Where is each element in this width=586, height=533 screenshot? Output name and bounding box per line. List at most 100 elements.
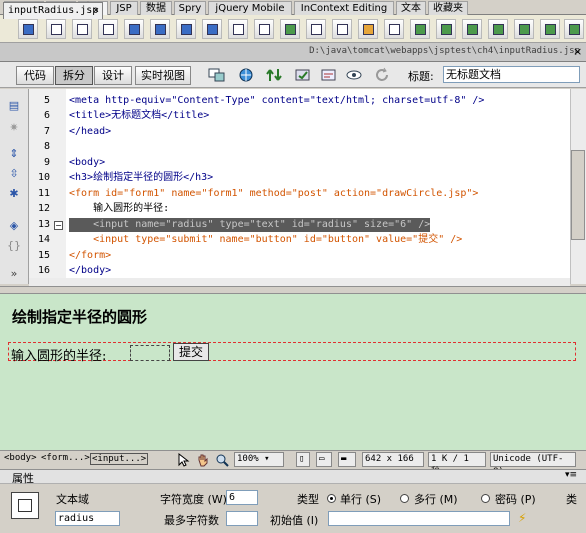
fieldset-icon[interactable] bbox=[384, 19, 404, 39]
document-tab[interactable]: inputRadius.jsp × bbox=[3, 2, 103, 19]
spry-validation-checkbox-icon[interactable] bbox=[462, 19, 482, 39]
radius-input[interactable] bbox=[130, 345, 170, 361]
zoom-select[interactable]: 100% ▾ bbox=[234, 452, 284, 467]
collapse-selection-icon[interactable]: ⇳ bbox=[7, 167, 21, 181]
line-number: 7 bbox=[43, 126, 50, 137]
file-management-icon[interactable] bbox=[266, 67, 284, 83]
tab-favorites[interactable]: 收藏夹 bbox=[428, 1, 468, 15]
label-icon[interactable] bbox=[358, 19, 378, 39]
tag-selector-body[interactable]: <body> bbox=[4, 453, 37, 463]
select-list-icon[interactable] bbox=[228, 19, 248, 39]
hidden-field-icon[interactable] bbox=[72, 19, 92, 39]
file-field-icon[interactable] bbox=[306, 19, 326, 39]
init-value-input[interactable] bbox=[328, 511, 510, 526]
button-icon[interactable] bbox=[332, 19, 352, 39]
insert-icon-bar bbox=[0, 15, 586, 43]
validate-markup-icon[interactable] bbox=[320, 67, 338, 83]
visual-aids-icon[interactable] bbox=[346, 67, 364, 83]
refresh-icon[interactable] bbox=[374, 67, 392, 83]
close-tab-icon[interactable]: × bbox=[93, 3, 99, 19]
desktop-size-icon[interactable]: ▬ bbox=[338, 452, 356, 467]
zoom-tool-icon[interactable] bbox=[215, 453, 229, 467]
multi-line-radio[interactable] bbox=[400, 494, 409, 503]
single-line-radio[interactable] bbox=[327, 494, 336, 503]
char-width-label: 字符宽度 (W) bbox=[160, 493, 227, 506]
window-size[interactable]: 642 x 166 bbox=[362, 452, 424, 467]
coding-toolbar: ▤ ✷ ⇕ ⇳ ✱ ◈ {} » bbox=[0, 89, 29, 284]
panel-menu-icon[interactable]: ▾≡ bbox=[565, 470, 577, 480]
code-line-7: </head> bbox=[69, 126, 112, 137]
max-chars-input[interactable] bbox=[226, 511, 258, 526]
tablet-size-icon[interactable]: ▭ bbox=[316, 452, 332, 467]
document-tab-label: inputRadius.jsp bbox=[8, 5, 99, 16]
tag-selector-input[interactable]: <input...> bbox=[90, 453, 149, 465]
live-view-button[interactable]: 实时视图 bbox=[135, 66, 191, 85]
char-width-input[interactable]: 6 bbox=[226, 490, 258, 505]
design-view-button[interactable]: 设计 bbox=[94, 66, 132, 85]
select-tool-icon[interactable] bbox=[176, 453, 190, 467]
code-line-11: <form id="form1" name="form1" method="po… bbox=[69, 188, 479, 199]
spry-validation-text-icon[interactable] bbox=[410, 19, 430, 39]
lightning-icon[interactable]: ⚡ bbox=[518, 511, 526, 525]
max-chars-label: 最多字符数 bbox=[164, 514, 219, 527]
collapse-full-tag-icon[interactable]: ⇕ bbox=[7, 147, 21, 161]
open-documents-icon[interactable]: ▤ bbox=[7, 99, 21, 113]
browser-check-icon[interactable] bbox=[294, 67, 312, 83]
code-scroll-thumb[interactable] bbox=[571, 150, 585, 240]
tag-selector-form[interactable]: <form...> bbox=[41, 453, 90, 463]
line-number: 14 bbox=[37, 234, 50, 245]
tab-incontext-editing[interactable]: InContext Editing bbox=[294, 1, 394, 15]
tab-jsp[interactable]: JSP bbox=[110, 1, 138, 15]
hand-tool-icon[interactable] bbox=[196, 453, 210, 467]
title-input[interactable]: 无标题文档 bbox=[443, 66, 580, 83]
more-tools-icon[interactable]: » bbox=[7, 267, 21, 281]
line-number: 9 bbox=[43, 157, 50, 168]
checkbox-group-icon[interactable] bbox=[150, 19, 170, 39]
mobile-size-icon[interactable]: ▯ bbox=[296, 452, 310, 467]
tab-data[interactable]: 数据 bbox=[140, 1, 172, 15]
radio-icon[interactable] bbox=[176, 19, 196, 39]
tab-text[interactable]: 文本 bbox=[396, 1, 426, 15]
code-line-14: <input type="submit" name="button" id="b… bbox=[69, 234, 463, 245]
collapse-toggle-icon[interactable]: − bbox=[54, 221, 63, 230]
show-code-navigator-icon[interactable]: ✷ bbox=[7, 121, 21, 135]
field-name-input[interactable]: radius bbox=[55, 511, 120, 526]
code-line-6: <title>无标题文档</title> bbox=[69, 110, 210, 121]
spry-validation-textarea-icon[interactable] bbox=[436, 19, 456, 39]
radio-group-icon[interactable] bbox=[202, 19, 222, 39]
code-line-5: <meta http-equiv="Content-Type" content=… bbox=[69, 95, 485, 106]
split-divider[interactable] bbox=[0, 286, 586, 294]
properties-header[interactable] bbox=[0, 469, 586, 484]
code-view-button[interactable]: 代码 bbox=[16, 66, 54, 85]
line-number: 11 bbox=[37, 188, 50, 199]
textarea-icon[interactable] bbox=[98, 19, 118, 39]
spry-validation-confirm-icon[interactable] bbox=[540, 19, 560, 39]
image-field-icon[interactable] bbox=[280, 19, 300, 39]
select-parent-tag-icon[interactable]: ◈ bbox=[7, 219, 21, 233]
text-field-type-icon bbox=[11, 492, 39, 519]
code-line-12: 输入圆形的半径: bbox=[69, 203, 170, 214]
expand-all-icon[interactable]: ✱ bbox=[7, 187, 21, 201]
line-number: 8 bbox=[43, 141, 50, 152]
jump-menu-icon[interactable] bbox=[254, 19, 274, 39]
checkbox-icon[interactable] bbox=[124, 19, 144, 39]
spry-validation-radio-icon[interactable] bbox=[564, 19, 584, 39]
tab-spry[interactable]: Spry bbox=[174, 1, 206, 15]
text-field-icon[interactable] bbox=[46, 19, 66, 39]
tab-jquery-mobile[interactable]: jQuery Mobile bbox=[208, 1, 292, 15]
split-view-button[interactable]: 拆分 bbox=[55, 66, 93, 85]
encoding: Unicode (UTF-8) bbox=[490, 452, 576, 477]
multiscreen-icon[interactable] bbox=[208, 67, 226, 83]
form-icon[interactable] bbox=[18, 19, 38, 39]
spry-validation-select-icon[interactable] bbox=[488, 19, 508, 39]
line-number: 6 bbox=[43, 110, 50, 121]
balance-braces-icon[interactable]: {} bbox=[7, 239, 21, 253]
password-radio[interactable] bbox=[481, 494, 490, 503]
globe-preview-icon[interactable] bbox=[238, 67, 256, 83]
submit-button[interactable]: 提交 bbox=[173, 343, 209, 361]
spry-validation-password-icon[interactable] bbox=[514, 19, 534, 39]
line-number: 16 bbox=[37, 265, 50, 276]
code-line-13-selected: <input name="radius" type="text" id="rad… bbox=[69, 218, 431, 232]
code-horizontal-scrollbar[interactable] bbox=[29, 278, 570, 286]
close-document-icon[interactable]: × bbox=[573, 45, 582, 58]
